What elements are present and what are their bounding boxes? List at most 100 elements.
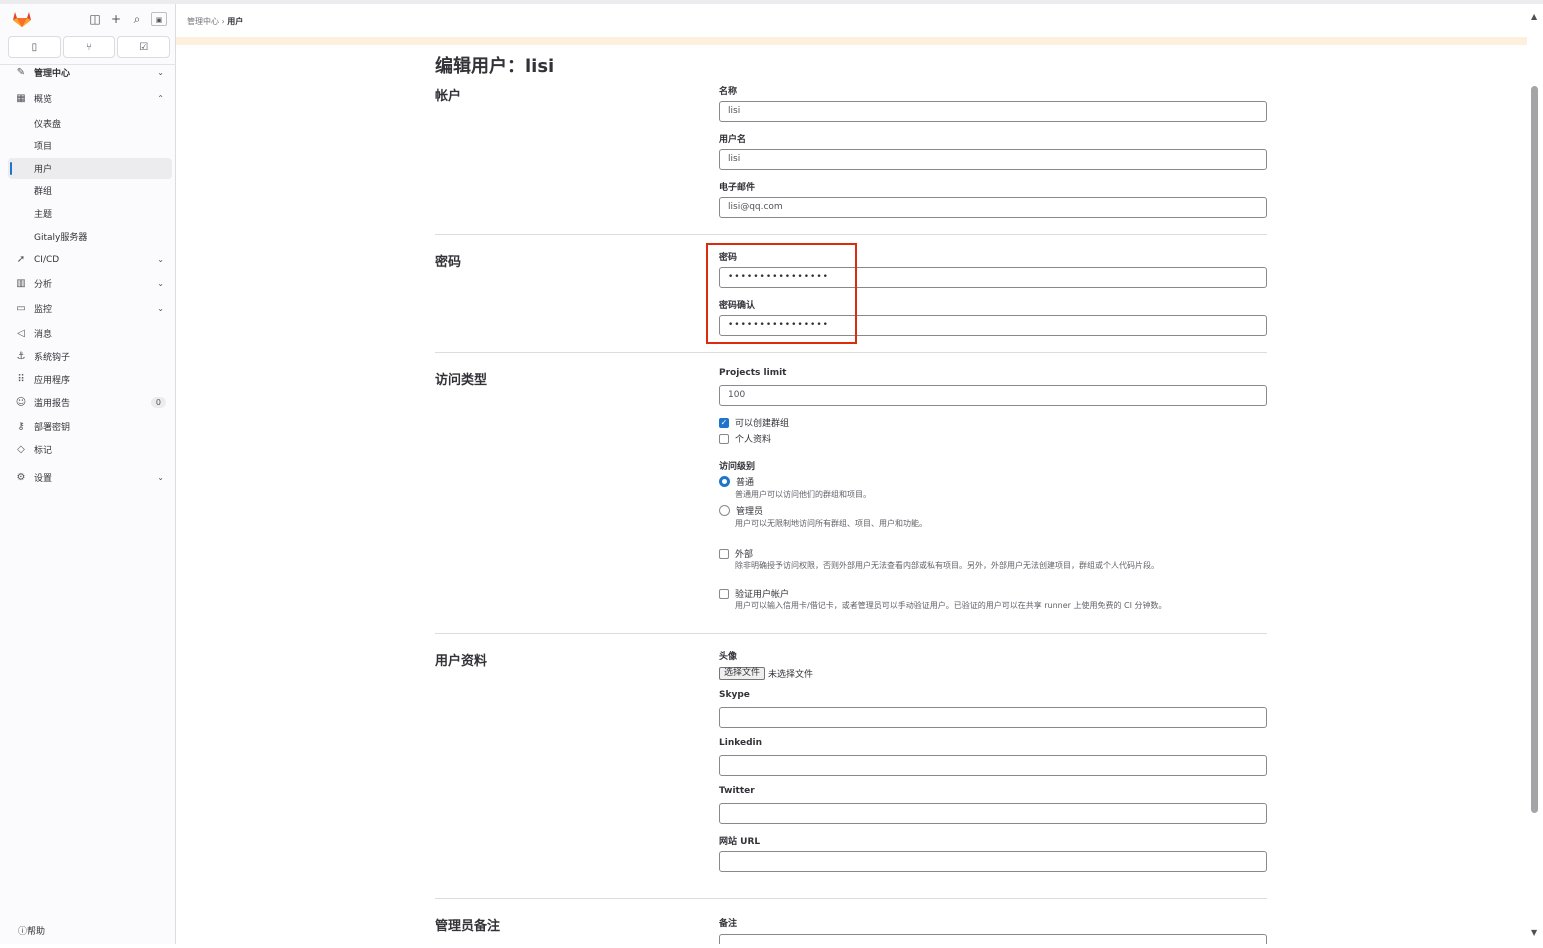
anchor-icon: ⚓ [16, 351, 26, 362]
sidebar-item-label: 主题 [34, 210, 53, 220]
megaphone-icon: ◁ [17, 328, 25, 339]
sidebar-item-projects[interactable]: 项目 [8, 135, 172, 156]
sidebar-item-analytics[interactable]: ▥ 分析 ⌄ [8, 273, 172, 294]
regular-help-text: 普通用户可以访问他们的群组和项目。 [735, 490, 871, 499]
external-checkbox[interactable]: 外部 [719, 547, 753, 560]
sidebar-toggle-icon[interactable]: ◫ [88, 12, 102, 26]
sidebar-item-label: 用户 [34, 165, 53, 175]
sidebar-item-abuse-reports[interactable]: ☺ 滥用报告 0 [8, 392, 172, 413]
avatar-file-input[interactable]: 选择文件 未选择文件 [719, 667, 813, 680]
checkbox-icon [719, 548, 729, 559]
apps-icon: ⠿ [17, 374, 25, 385]
page-title: 编辑用户：lisi [435, 56, 555, 77]
sidebar-section-label: 管理中心 [34, 69, 71, 79]
sidebar-item-deploy-keys[interactable]: ⚷ 部署密钥 [8, 416, 172, 437]
rocket-icon: ➚ [16, 254, 26, 265]
linkedin-input[interactable] [719, 755, 1267, 776]
sidebar-item-users[interactable]: 用户 [8, 158, 172, 179]
admin-radio[interactable]: 管理员 [719, 504, 763, 517]
choose-file-button[interactable]: 选择文件 [719, 667, 766, 680]
chevron-up-icon: ⌃ [157, 94, 164, 103]
sidebar-item-gitaly[interactable]: Gitaly服务器 [8, 226, 172, 247]
main-content: 编辑用户：lisi 帐户 名称 lisi 用户名 lisi 电子邮件 lisi@… [176, 45, 1527, 944]
todo-icon[interactable]: ☑ [117, 36, 171, 58]
radio-icon [719, 505, 730, 516]
admin-help-text: 用户可以无限制地访问所有群组、项目、用户和功能。 [735, 519, 927, 528]
breadcrumb-current[interactable]: 用户 [227, 17, 243, 26]
sidebar-item-topics[interactable]: 主题 [8, 203, 172, 224]
projects-limit-input[interactable]: 100 [719, 385, 1267, 406]
radio-selected-icon [719, 476, 730, 487]
avatar-label: 头像 [719, 652, 738, 662]
verify-user-checkbox[interactable]: 验证用户帐户 [719, 587, 789, 600]
note-textarea[interactable] [719, 934, 1267, 944]
search-icon[interactable]: ⌕ [130, 12, 144, 26]
skype-input[interactable] [719, 707, 1267, 728]
sidebar-item-messages[interactable]: ◁ 消息 [8, 323, 172, 344]
email-input[interactable]: lisi@qq.com [719, 197, 1267, 218]
file-status: 未选择文件 [768, 670, 814, 680]
top-banner [176, 37, 1527, 45]
name-label: 名称 [719, 87, 738, 97]
note-label: 备注 [719, 919, 738, 929]
sidebar-item-overview[interactable]: ▦ 概览 ⌃ [8, 88, 172, 109]
breadcrumb-parent[interactable]: 管理中心 [187, 17, 219, 26]
sidebar-item-label: 监控 [34, 305, 53, 315]
sidebar-item-label: 分析 [34, 280, 53, 290]
scroll-up-icon[interactable]: ▲ [1531, 12, 1537, 21]
twitter-label: Twitter [719, 786, 755, 796]
name-input[interactable]: lisi [719, 101, 1267, 122]
avatar[interactable]: ▣ [151, 12, 167, 26]
section-title-account: 帐户 [435, 89, 462, 104]
sidebar-item-label: Gitaly服务器 [34, 233, 88, 243]
monitor-icon: ▭ [16, 303, 26, 314]
sidebar-item-label: 系统钩子 [34, 353, 71, 363]
sidebar-item-label: 滥用报告 [34, 399, 71, 409]
window-top-border [0, 0, 1543, 4]
section-divider [435, 352, 1267, 353]
issues-icon[interactable]: ▯ [8, 36, 61, 58]
sidebar-item-cicd[interactable]: ➚ CI/CD ⌄ [8, 249, 172, 270]
sidebar-item-dashboard[interactable]: 仪表盘 [8, 113, 172, 134]
help-label: 帮助 [27, 927, 46, 937]
can-create-group-checkbox[interactable]: ✓ 可以创建群组 [719, 416, 789, 429]
wrench-icon: ✎ [16, 67, 26, 78]
checkbox-label: 外部 [735, 550, 754, 560]
scrollbar-thumb[interactable] [1531, 86, 1538, 813]
sidebar-tabs: ▯ ⑂ ☑ [8, 36, 171, 58]
breadcrumb: 管理中心 › 用户 [187, 16, 243, 27]
section-title-access: 访问类型 [435, 373, 488, 388]
twitter-input[interactable] [719, 803, 1267, 824]
sidebar-item-label: 标记 [34, 446, 53, 456]
sidebar-item-label: 项目 [34, 142, 53, 152]
checkbox-icon [719, 433, 729, 444]
gitlab-logo-icon[interactable] [12, 10, 32, 28]
section-title-profile: 用户资料 [435, 654, 488, 669]
chevron-down-icon: ⌄ [157, 473, 164, 482]
private-profile-checkbox[interactable]: 个人资料 [719, 432, 771, 445]
checkbox-icon [719, 588, 729, 599]
sidebar-section-admin[interactable]: ✎ 管理中心 ⌄ [8, 62, 172, 83]
sidebar-item-groups[interactable]: 群组 [8, 180, 172, 201]
help-link[interactable]: ⓘ帮助 [18, 924, 45, 937]
gear-icon: ⚙ [16, 472, 26, 483]
abuse-icon: ☺ [15, 397, 27, 408]
sidebar-item-label: 应用程序 [34, 376, 71, 386]
sidebar-item-settings[interactable]: ⚙ 设置 ⌄ [8, 467, 172, 488]
plus-icon[interactable]: + [109, 12, 123, 26]
website-label: 网站 URL [719, 837, 761, 847]
website-input[interactable] [719, 851, 1267, 872]
sidebar-item-applications[interactable]: ⠿ 应用程序 [8, 369, 172, 390]
sidebar-item-monitoring[interactable]: ▭ 监控 ⌄ [8, 298, 172, 319]
sidebar-item-labels[interactable]: ◇ 标记 [8, 439, 172, 460]
help-icon: ⓘ [18, 927, 28, 937]
scroll-down-icon[interactable]: ▼ [1531, 928, 1537, 937]
sidebar-item-system-hooks[interactable]: ⚓ 系统钩子 [8, 346, 172, 367]
username-input[interactable]: lisi [719, 149, 1267, 170]
label-icon: ◇ [17, 444, 25, 455]
checkbox-label: 可以创建群组 [735, 419, 790, 429]
regular-radio[interactable]: 普通 [719, 475, 754, 488]
linkedin-label: Linkedin [719, 738, 763, 748]
chevron-down-icon: ⌄ [157, 304, 164, 313]
merge-request-icon[interactable]: ⑂ [62, 36, 116, 58]
